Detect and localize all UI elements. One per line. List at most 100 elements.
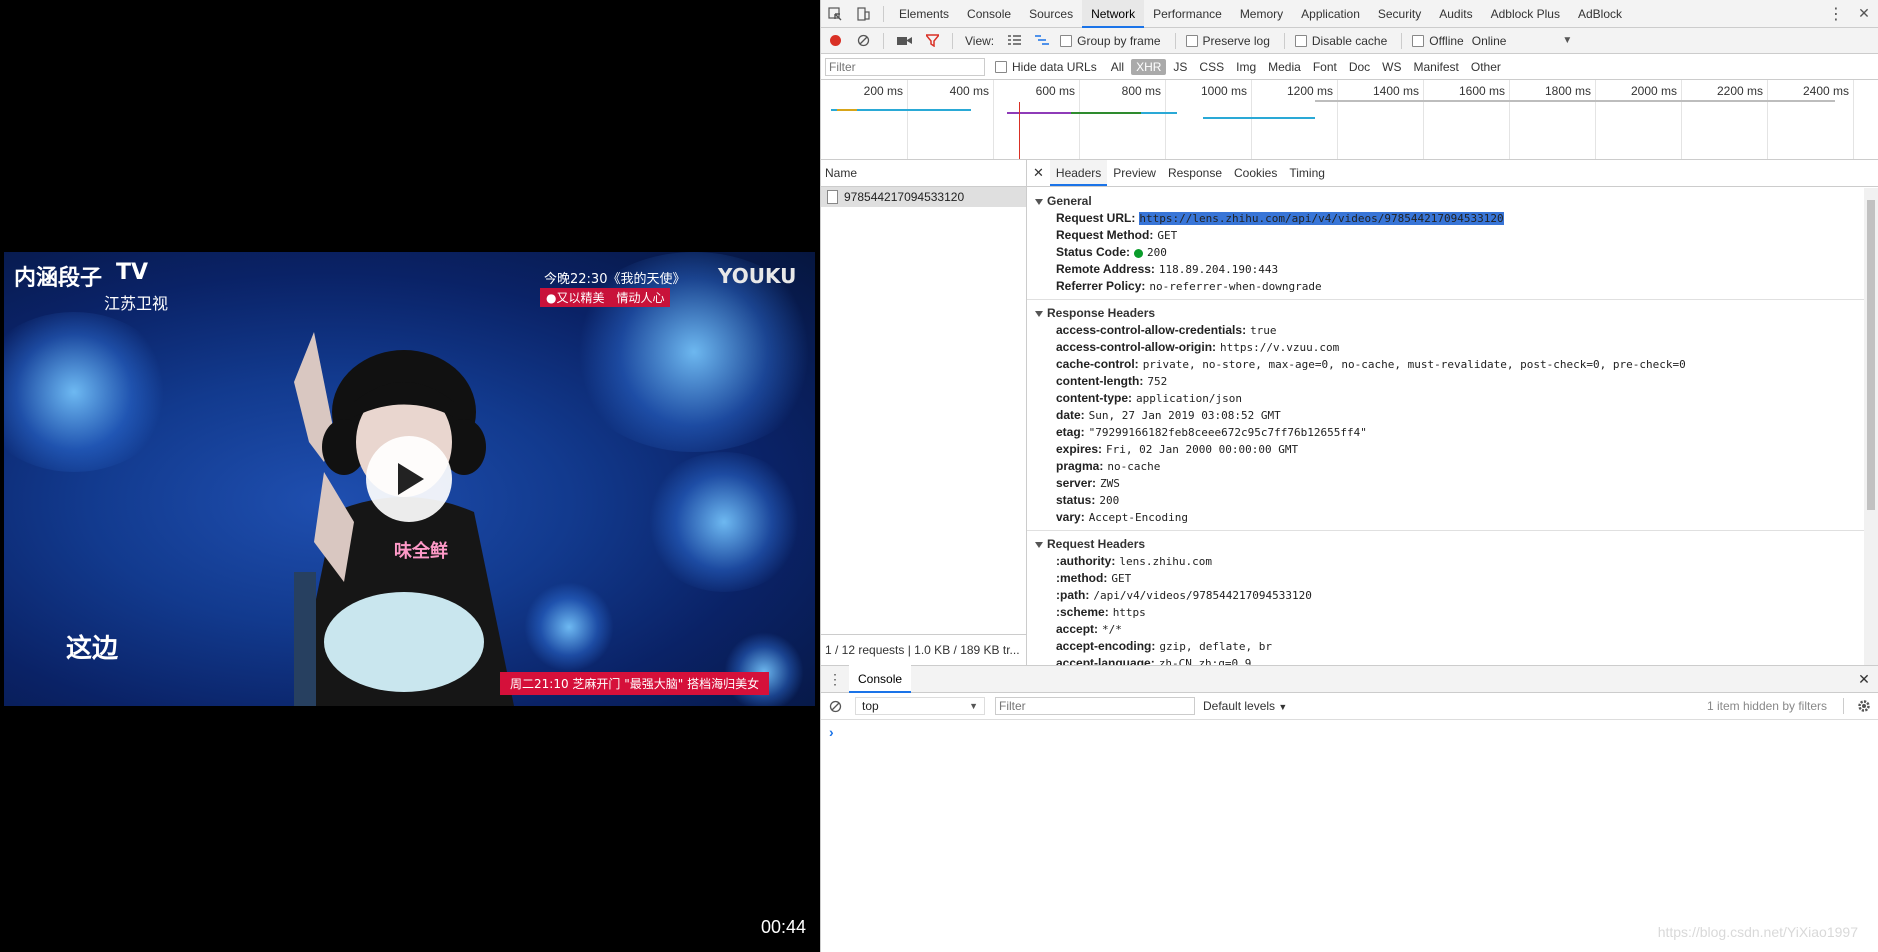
preserve-log-checkbox[interactable]: Preserve log — [1185, 34, 1270, 48]
filter-funnel-icon[interactable] — [920, 30, 944, 52]
console-settings-gear-icon[interactable] — [1852, 695, 1876, 717]
video-frame[interactable]: 内涵段子 TV 江苏卫视 YOUKU 今晚22:30《我的天使》 ●又以精美 情… — [4, 252, 815, 706]
header-value: Accept-Encoding — [1088, 511, 1189, 524]
offline-label: Offline — [1429, 33, 1464, 48]
tab-performance[interactable]: Performance — [1144, 0, 1231, 28]
header-key: access-control-allow-origin: — [1056, 340, 1217, 354]
timeline-gridline — [1595, 80, 1596, 159]
hide-data-urls-checkbox[interactable]: Hide data URLs — [995, 60, 1097, 74]
header-value: /api/v4/videos/978544217094533120 — [1093, 589, 1312, 602]
hide-data-urls-label: Hide data URLs — [1012, 59, 1097, 74]
tab-security[interactable]: Security — [1369, 0, 1430, 28]
subtitle-text: 这边 — [66, 634, 119, 664]
network-filter-bar: Hide data URLs AllXHRJSCSSImgMediaFontDo… — [821, 54, 1878, 80]
drawer-menu-icon[interactable]: ⋮ — [823, 668, 847, 690]
filter-type-manifest[interactable]: Manifest — [1409, 59, 1464, 75]
screenshot-icon[interactable] — [892, 30, 916, 52]
timeline-tick-label: 1000 ms — [1201, 84, 1248, 98]
request-headers-title: Request Headers — [1047, 537, 1146, 551]
more-options-icon[interactable]: ⋮ — [1824, 3, 1848, 25]
request-headers-section-toggle[interactable]: Request Headers — [1027, 535, 1864, 553]
tab-console[interactable]: Console — [958, 0, 1020, 28]
header-value: lens.zhihu.com — [1119, 555, 1213, 568]
throttle-select[interactable]: Online ▼ — [1472, 34, 1573, 48]
disable-cache-checkbox[interactable]: Disable cache — [1294, 34, 1387, 48]
header-value: private, no-store, max-age=0, no-cache, … — [1142, 358, 1686, 371]
request-url-key: Request URL: — [1056, 211, 1136, 225]
status-code-value: 200 — [1147, 246, 1167, 259]
tab-memory[interactable]: Memory — [1231, 0, 1292, 28]
tab-elements[interactable]: Elements — [890, 0, 958, 28]
close-detail-icon[interactable]: ✕ — [1027, 160, 1050, 186]
header-row: server: ZWS — [1027, 475, 1864, 492]
filter-type-js[interactable]: JS — [1168, 59, 1192, 75]
header-row: content-type: application/json — [1027, 390, 1864, 407]
tab-audits[interactable]: Audits — [1430, 0, 1481, 28]
scroll-thumb[interactable] — [1867, 200, 1875, 510]
timeline-gridline — [1079, 80, 1080, 159]
header-row: cache-control: private, no-store, max-age… — [1027, 356, 1864, 373]
console-filter-input[interactable] — [995, 697, 1195, 715]
header-key: server: — [1056, 476, 1097, 490]
clear-icon[interactable] — [851, 30, 875, 52]
log-levels-select[interactable]: Default levels ▼ — [1203, 699, 1287, 713]
tab-network[interactable]: Network — [1082, 0, 1145, 28]
clear-console-icon[interactable] — [823, 695, 847, 717]
header-row: pragma: no-cache — [1027, 458, 1864, 475]
console-prompt-line[interactable]: › — [821, 720, 1878, 744]
timeline-gridline — [1509, 80, 1510, 159]
inspect-element-icon[interactable] — [823, 3, 847, 25]
referrer-policy-value: no-referrer-when-downgrade — [1149, 280, 1322, 293]
header-key: expires: — [1056, 442, 1103, 456]
filter-type-img[interactable]: Img — [1231, 59, 1261, 75]
header-row: accept-encoding: gzip, deflate, br — [1027, 638, 1864, 655]
header-key: :scheme: — [1056, 605, 1109, 619]
header-value: 200 — [1099, 494, 1120, 507]
tab-application[interactable]: Application — [1292, 0, 1369, 28]
detail-tab-preview[interactable]: Preview — [1107, 160, 1162, 186]
name-column-header[interactable]: Name — [821, 160, 1026, 187]
large-rows-icon[interactable] — [1002, 30, 1026, 52]
tab-adblock[interactable]: AdBlock — [1569, 0, 1631, 28]
detail-scrollbar[interactable] — [1864, 188, 1878, 665]
filter-type-other[interactable]: Other — [1466, 59, 1506, 75]
general-section-toggle[interactable]: General — [1027, 192, 1864, 210]
filter-type-ws[interactable]: WS — [1377, 59, 1406, 75]
header-key: content-type: — [1056, 391, 1132, 405]
filter-type-css[interactable]: CSS — [1194, 59, 1229, 75]
filter-type-font[interactable]: Font — [1308, 59, 1342, 75]
offline-checkbox[interactable]: Offline — [1412, 33, 1464, 48]
device-toolbar-icon[interactable] — [851, 3, 875, 25]
header-key: content-length: — [1056, 374, 1144, 388]
filter-type-media[interactable]: Media — [1263, 59, 1306, 75]
filter-type-xhr[interactable]: XHR — [1131, 58, 1167, 75]
response-headers-section-toggle[interactable]: Response Headers — [1027, 304, 1864, 322]
detail-tab-timing[interactable]: Timing — [1283, 160, 1331, 186]
network-filter-input[interactable] — [825, 57, 985, 76]
close-drawer-icon[interactable]: ✕ — [1852, 668, 1876, 690]
filter-type-all[interactable]: All — [1106, 59, 1129, 75]
close-devtools-icon[interactable]: ✕ — [1852, 3, 1876, 25]
waterfall-icon[interactable] — [1030, 30, 1054, 52]
request-url-value[interactable]: https://lens.zhihu.com/api/v4/videos/978… — [1139, 212, 1504, 225]
drawer-tab-console[interactable]: Console — [849, 665, 912, 693]
header-value: Fri, 02 Jan 2000 00:00:00 GMT — [1106, 443, 1299, 456]
devtools-tabs: Elements Console Sources Network Performance… — [890, 0, 1631, 28]
play-button[interactable] — [366, 436, 452, 522]
timeline-gridline — [1423, 80, 1424, 159]
group-by-frame-checkbox[interactable]: Group by frame — [1060, 34, 1161, 48]
network-overview-timeline[interactable]: 200 ms 400 ms 600 ms 800 ms 1000 ms 1200 ms 14… — [821, 80, 1878, 160]
context-selector[interactable]: top ▼ — [855, 697, 985, 715]
remote-address-row: Remote Address: 118.89.204.190:443 — [1027, 261, 1864, 278]
record-icon[interactable] — [823, 30, 847, 52]
detail-tab-response[interactable]: Response — [1162, 160, 1228, 186]
tab-adblock-plus[interactable]: Adblock Plus — [1482, 0, 1569, 28]
tab-sources[interactable]: Sources — [1020, 0, 1082, 28]
detail-tab-headers[interactable]: Headers — [1049, 160, 1108, 186]
request-row[interactable]: 978544217094533120 — [821, 187, 1026, 207]
timeline-gridline — [993, 80, 994, 159]
filter-type-doc[interactable]: Doc — [1344, 59, 1375, 75]
stage-light — [644, 452, 804, 592]
detail-tab-cookies[interactable]: Cookies — [1228, 160, 1283, 186]
header-row: :path:/api/v4/videos/978544217094533120 — [1027, 587, 1864, 604]
